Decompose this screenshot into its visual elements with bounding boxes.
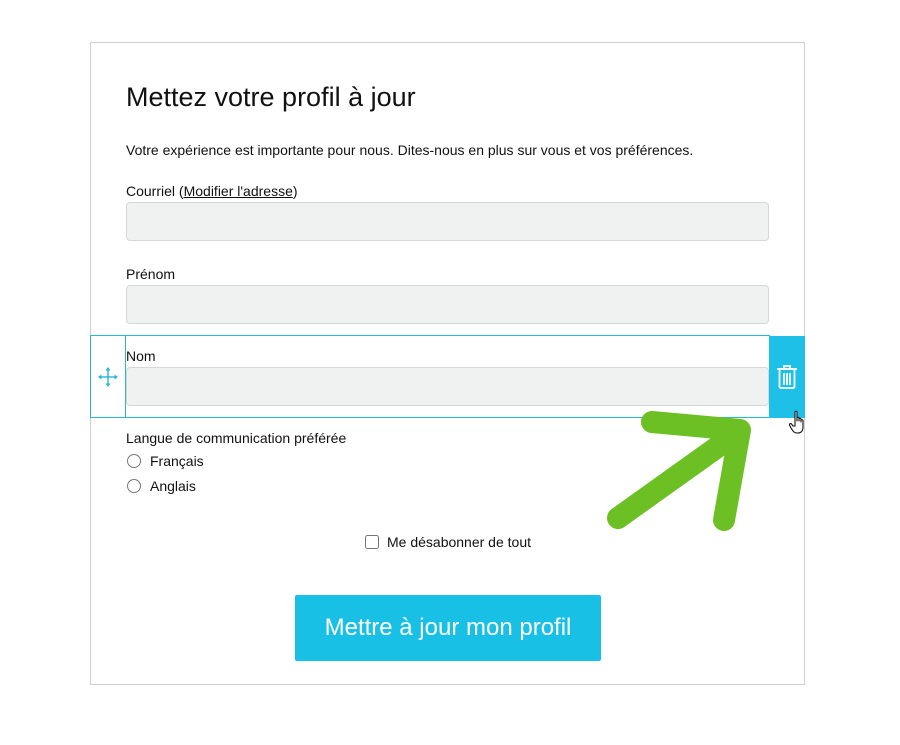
update-profile-button[interactable]: Mettre à jour mon profil [295,595,601,661]
trash-icon [777,365,797,389]
lastname-field[interactable] [126,367,769,406]
lastname-label: Nom [126,348,156,364]
firstname-label: Prénom [126,266,176,282]
email-label-prefix: Courriel ( [126,183,184,199]
unsubscribe-option[interactable]: Me désabonner de tout [365,534,531,550]
firstname-field[interactable] [126,285,769,324]
language-option-label: Français [150,453,204,469]
email-label-suffix: ) [292,183,298,199]
email-field[interactable] [126,202,769,241]
move-block-handle[interactable] [90,335,126,418]
language-option-french[interactable]: Français [126,453,204,469]
radio-french[interactable] [127,454,141,468]
language-label: Langue de communication préférée [126,430,347,446]
hand-cursor-icon [789,410,804,434]
radio-english[interactable] [127,479,141,493]
change-email-link[interactable]: Modifier l'adresse [184,183,293,199]
intro-text: Votre expérience est importante pour nou… [126,142,694,158]
unsubscribe-label: Me désabonner de tout [387,534,531,550]
language-option-label: Anglais [150,478,196,494]
move-arrows-icon [98,366,118,387]
delete-block-button[interactable] [769,336,805,418]
language-option-english[interactable]: Anglais [126,478,196,494]
unsubscribe-checkbox[interactable] [365,535,379,549]
page-title: Mettez votre profil à jour [126,82,416,112]
email-label: Courriel (Modifier l'adresse) [126,183,298,199]
